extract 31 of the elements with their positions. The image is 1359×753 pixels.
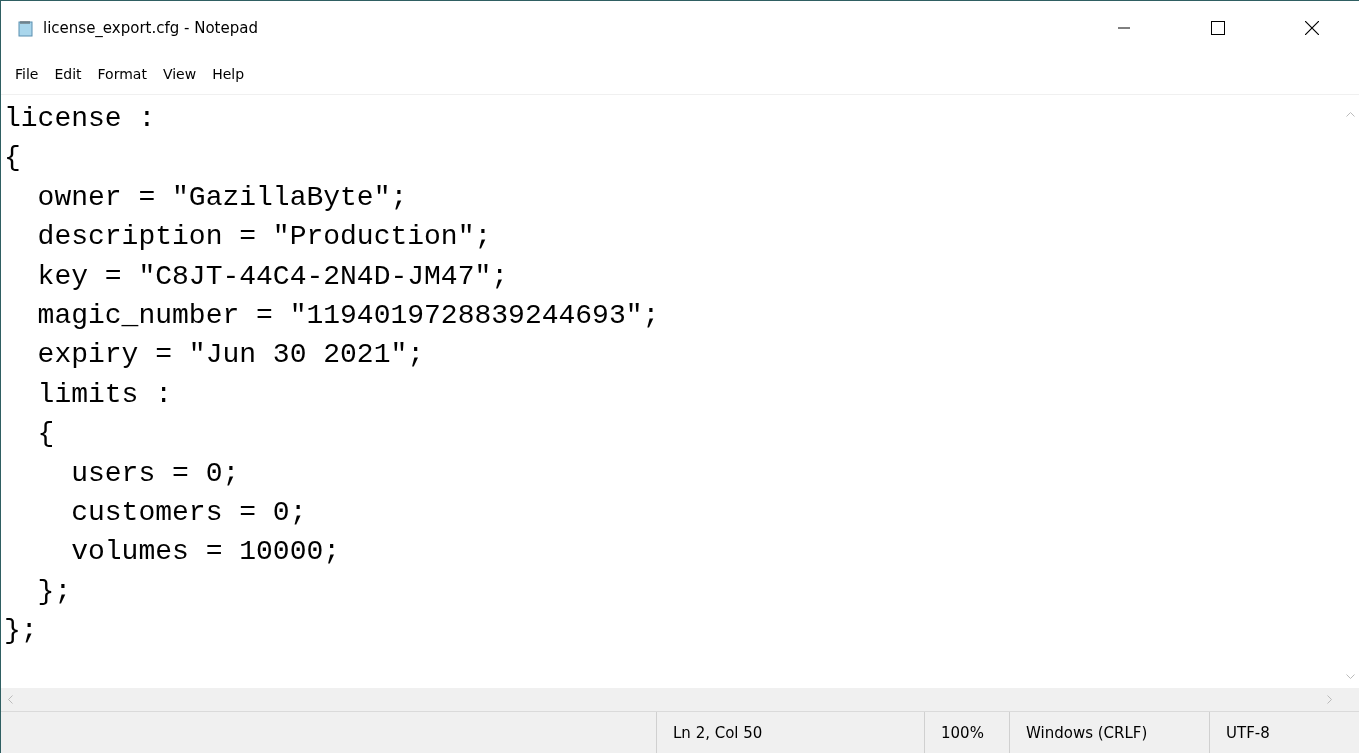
code-line: description = "Production"; <box>36 220 493 255</box>
window-title: license_export.cfg - Notepad <box>43 18 258 37</box>
menu-item[interactable]: Help <box>204 63 253 85</box>
scroll-down-icon[interactable] <box>1346 674 1355 680</box>
scroll-right-icon[interactable] <box>1327 695 1333 704</box>
code-line: { <box>36 417 56 452</box>
code-line: }; <box>4 614 39 649</box>
code-line: limits : <box>36 377 174 412</box>
menu-item[interactable]: Edit <box>46 63 90 85</box>
code-line: { <box>4 141 22 176</box>
code-line: customers = 0; <box>70 495 308 530</box>
menu-item[interactable]: Format <box>89 63 155 85</box>
close-icon <box>1305 20 1319 35</box>
status-text: Windows (CRLF) <box>1026 723 1148 742</box>
code-line: }; <box>36 574 73 609</box>
code-line: magic_number = "1194019728839244693"; <box>36 298 661 333</box>
status-text: UTF-8 <box>1226 723 1270 742</box>
code-line: license : <box>4 102 157 136</box>
maximize-icon <box>1211 20 1225 35</box>
menu-item[interactable]: View <box>154 63 205 85</box>
menu-item[interactable]: File <box>7 63 47 85</box>
code-line: key = "C8JT-44C4-2N4D-JM47"; <box>36 259 510 294</box>
notepad-icon <box>17 18 35 37</box>
code-line: users = 0; <box>70 456 241 491</box>
status-text: Ln 2, Col 50 <box>673 723 763 742</box>
code-line: owner = "GazillaByte"; <box>36 180 409 215</box>
status-text: 100% <box>941 723 984 742</box>
code-line: expiry = "Jun 30 2021"; <box>36 338 426 373</box>
scroll-left-icon[interactable] <box>7 695 13 704</box>
scroll-up-icon[interactable] <box>1346 111 1355 117</box>
code-line: volumes = 10000; <box>70 535 342 570</box>
